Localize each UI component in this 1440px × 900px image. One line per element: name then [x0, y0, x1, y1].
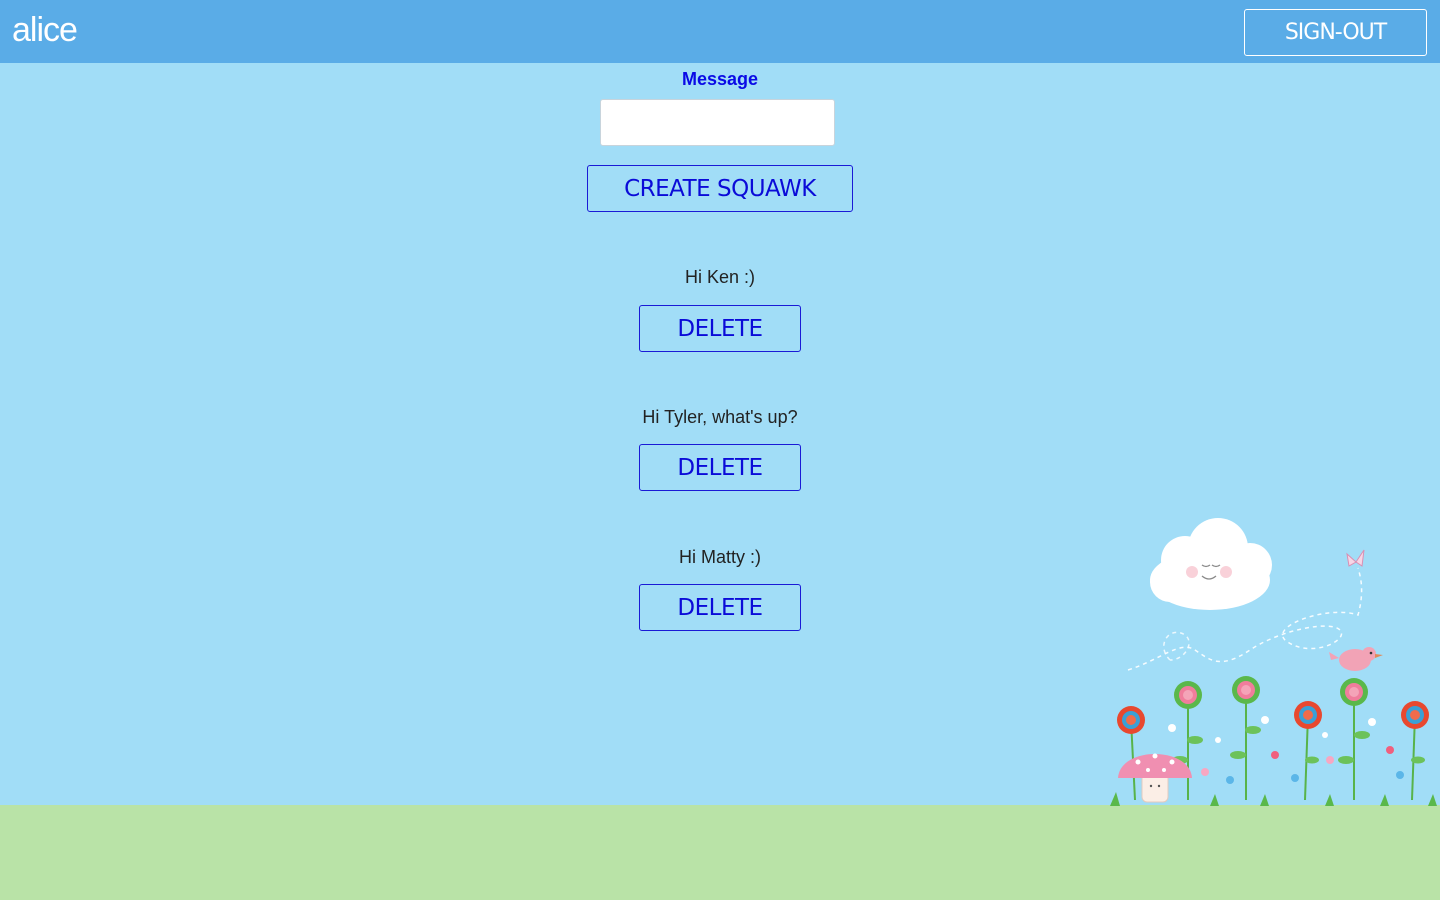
- garden-illustration: [1110, 518, 1437, 806]
- butterfly-icon: [1346, 549, 1365, 567]
- message-label: Message: [681, 69, 759, 89]
- flower-icon: [1174, 681, 1202, 709]
- flower-icon: [1401, 701, 1429, 729]
- create-squawk-button[interactable]: CREATE SQUAWK: [587, 165, 853, 212]
- flower-stems: [1130, 690, 1416, 801]
- top-nav-bar: alice SIGN-OUT: [0, 0, 1440, 63]
- brand-username: alice: [12, 11, 78, 49]
- delete-squawk-button[interactable]: DELETE: [639, 444, 801, 491]
- flower-icon: [1294, 701, 1322, 729]
- cloud-icon: [1150, 518, 1272, 610]
- small-blossoms: [1168, 716, 1404, 784]
- squawk-text: Hi Ken :): [684, 267, 756, 287]
- grass-ground: [0, 805, 1440, 900]
- flower-leaves: [1172, 726, 1425, 764]
- flight-loop: [1163, 631, 1190, 661]
- mushroom-icon: [1118, 753, 1192, 803]
- message-input[interactable]: [600, 99, 835, 146]
- flower-icon: [1232, 676, 1260, 704]
- squawk-text: Hi Tyler, what's up?: [642, 407, 798, 427]
- flower-icon: [1340, 678, 1368, 706]
- delete-squawk-button[interactable]: DELETE: [639, 584, 801, 631]
- sign-out-button[interactable]: SIGN-OUT: [1244, 9, 1427, 56]
- flower-icon: [1117, 706, 1145, 734]
- bird-icon: [1329, 647, 1383, 671]
- delete-squawk-button[interactable]: DELETE: [639, 305, 801, 352]
